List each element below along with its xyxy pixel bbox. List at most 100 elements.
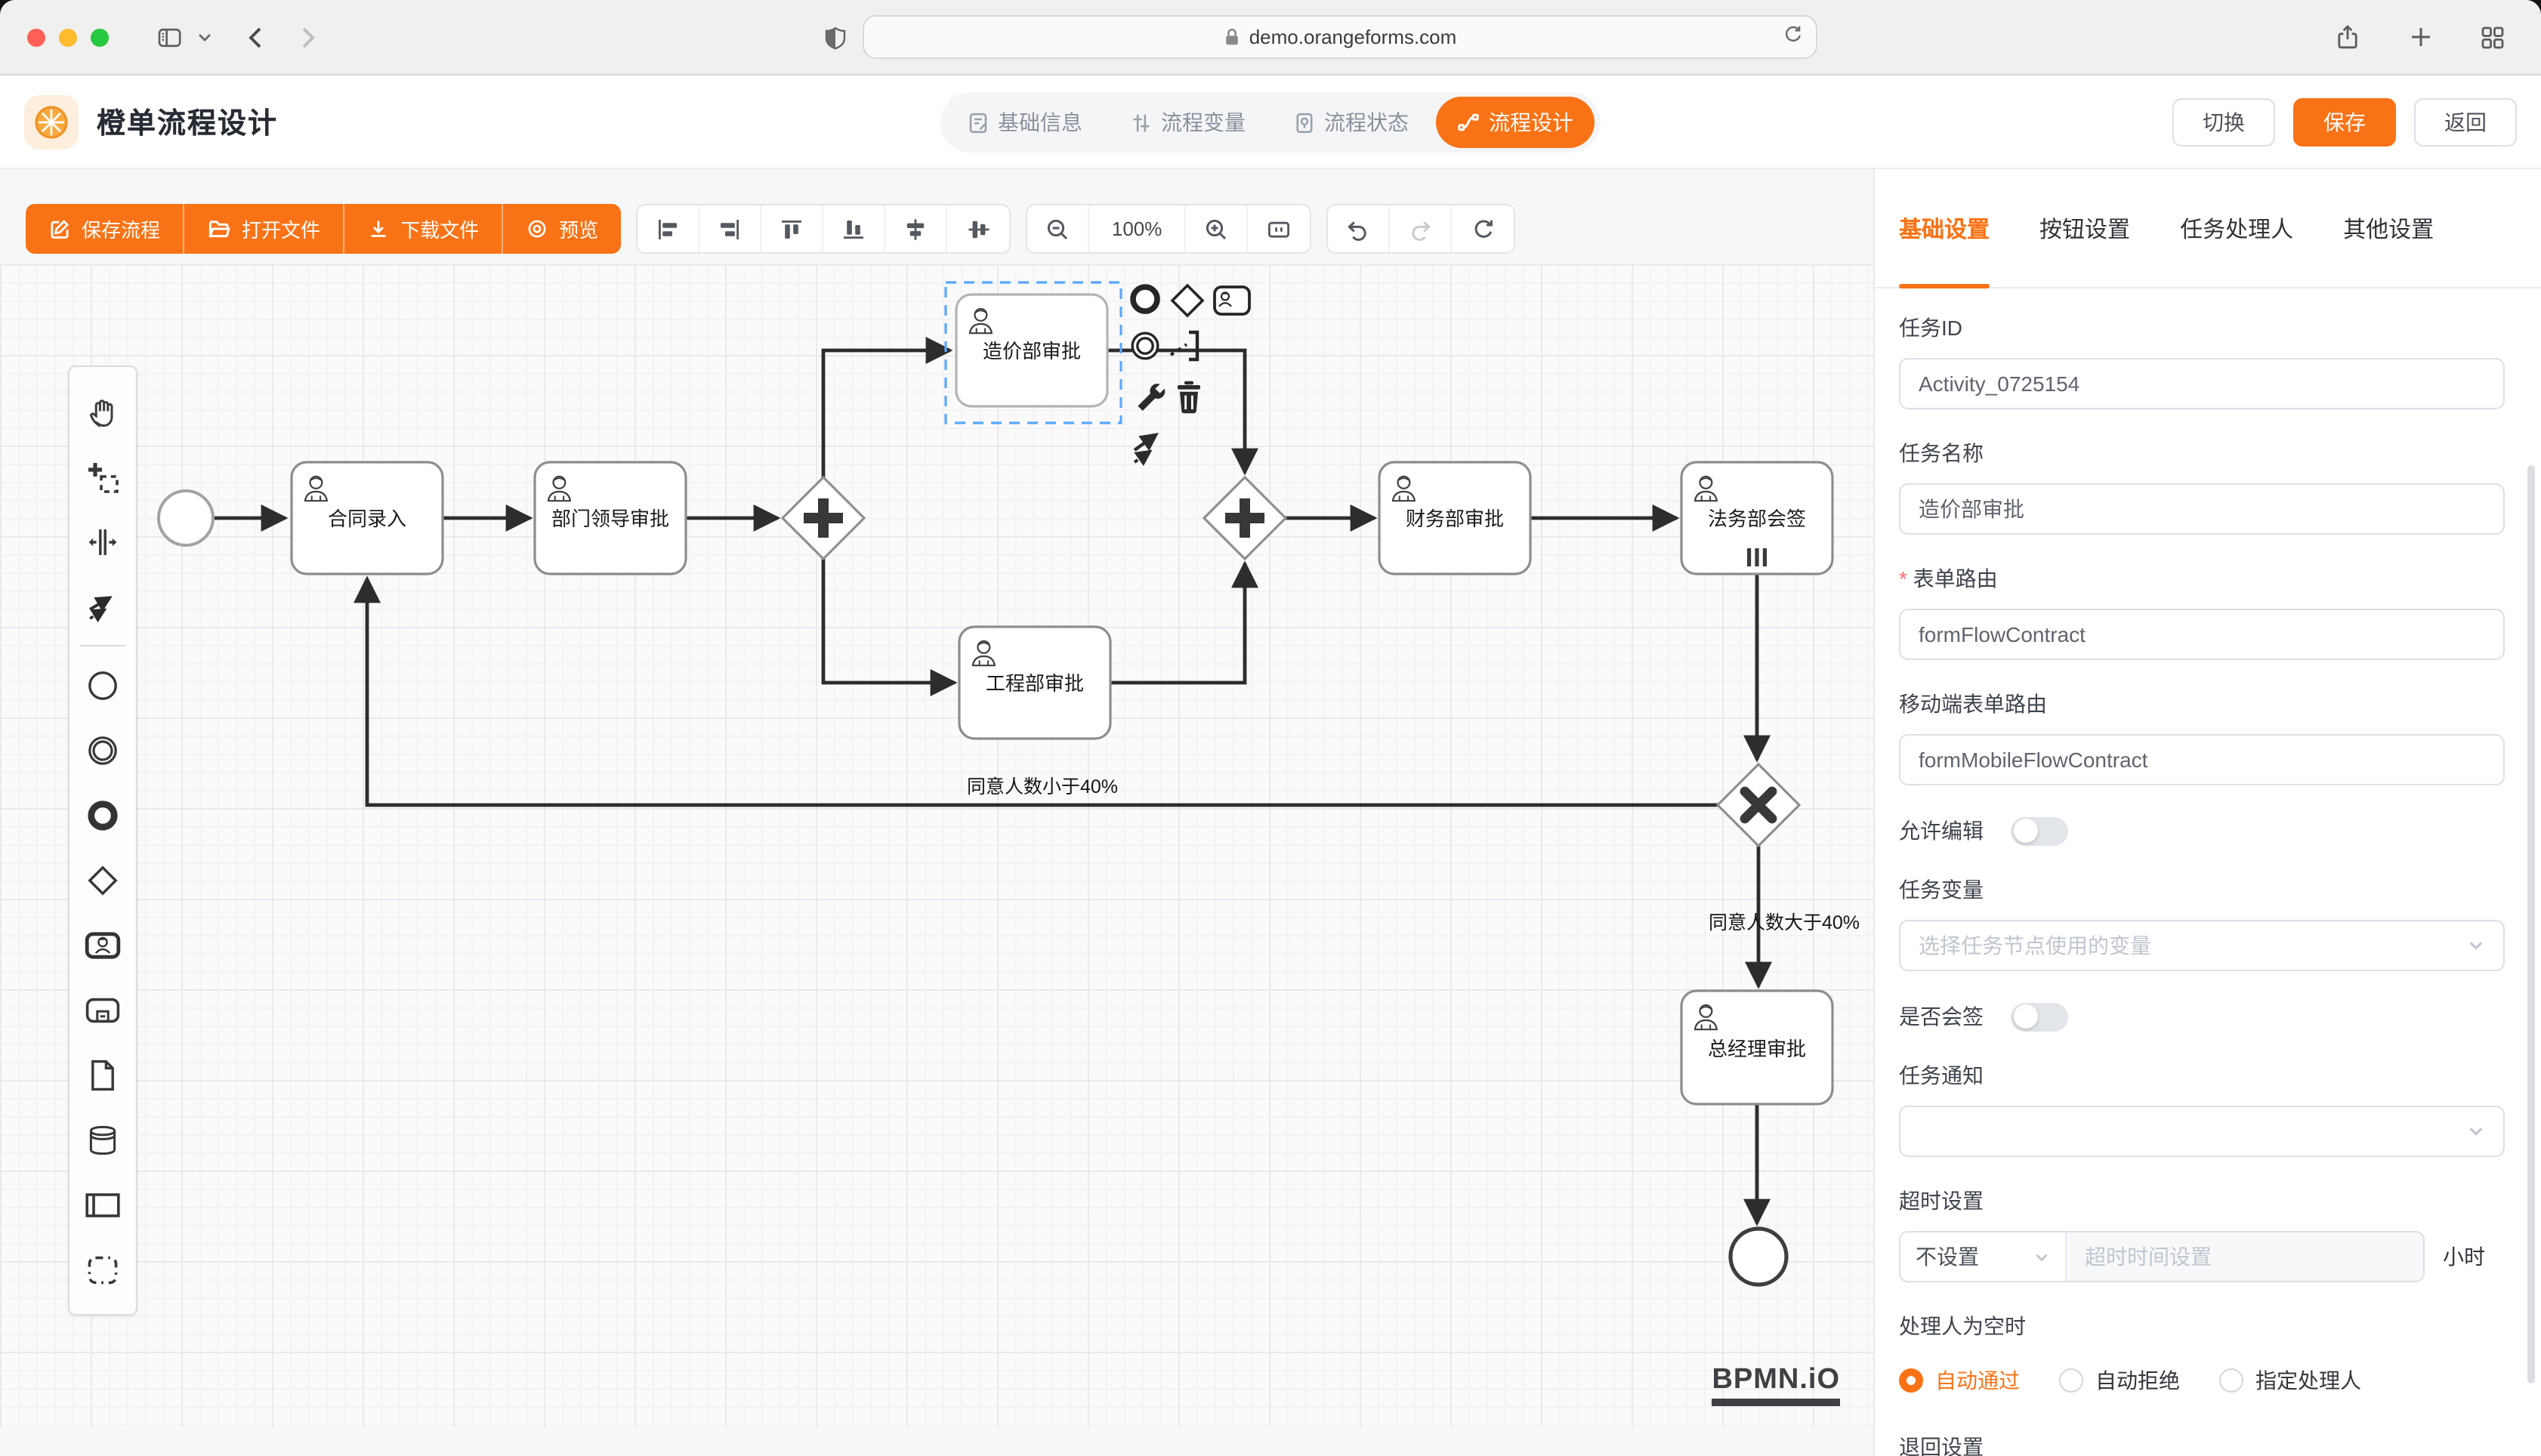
edge-cost-to-gateway2[interactable] [1107, 350, 1245, 473]
timeout-mode-select[interactable]: 不设置 [1900, 1232, 2067, 1281]
sidebar-toggle-icon[interactable] [148, 16, 190, 58]
timeout-unit: 小时 [2443, 1242, 2485, 1272]
radio-auto-reject[interactable]: 自动拒绝 [2059, 1365, 2180, 1396]
palette-participant[interactable] [73, 1172, 133, 1237]
palette-connect-tool[interactable] [73, 574, 133, 639]
palette-subprocess[interactable] [73, 977, 133, 1042]
save-button[interactable]: 保存 [2293, 97, 2396, 146]
new-tab-icon[interactable] [2399, 16, 2441, 58]
pad-append-gateway[interactable] [1172, 285, 1203, 316]
download-file-button[interactable]: 下载文件 [344, 204, 503, 254]
align-center-vertical-button[interactable] [947, 205, 1009, 252]
palette-lasso-tool[interactable] [73, 444, 133, 509]
node-eng-dept-approve[interactable]: 工程部审批 [959, 627, 1110, 739]
zoom-out-button[interactable] [1027, 205, 1089, 252]
countersign-toggle[interactable] [2011, 1002, 2068, 1031]
align-right-button[interactable] [699, 205, 761, 252]
edge-label-gt40: 同意人数大于40% [1709, 912, 1860, 933]
palette-end-event[interactable] [73, 782, 133, 847]
back-button[interactable] [233, 16, 275, 58]
task-variable-select[interactable]: 选择任务节点使用的变量 [1899, 920, 2505, 971]
palette-space-tool[interactable] [73, 509, 133, 574]
node-cost-dept-approve[interactable]: 造价部审批 [956, 295, 1107, 406]
preview-button[interactable]: 预览 [503, 204, 621, 254]
tab-process-design[interactable]: 流程设计 [1436, 97, 1595, 148]
palette-data-store[interactable] [73, 1107, 133, 1172]
tab-basic-info[interactable]: 基础信息 [946, 97, 1104, 148]
back-to-list-button[interactable]: 返回 [2414, 97, 2517, 146]
panel-scrollbar[interactable] [2527, 465, 2535, 1384]
tab-process-status[interactable]: 流程状态 [1273, 97, 1430, 148]
close-window-button[interactable] [27, 28, 45, 46]
node-parallel-gateway-join[interactable] [1204, 477, 1286, 559]
forward-button[interactable] [287, 16, 329, 58]
panel-tab-other-settings[interactable]: 其他设置 [2343, 169, 2434, 287]
edge-gateway1-to-cost[interactable] [823, 350, 950, 477]
node-end-event[interactable] [1731, 1229, 1786, 1285]
fit-viewport-button[interactable] [1248, 205, 1310, 252]
radio-assign-handler[interactable]: 指定处理人 [2219, 1365, 2361, 1396]
chevron-down-icon [2467, 936, 2485, 955]
pad-append-user-task[interactable] [1215, 287, 1249, 314]
palette-start-event[interactable] [73, 652, 133, 717]
tab-overview-icon[interactable] [2472, 16, 2514, 58]
palette-user-task[interactable] [73, 912, 133, 977]
node-dept-leader-approve[interactable]: 部门领导审批 [535, 462, 686, 574]
content-blocker-shield-icon[interactable] [823, 25, 848, 49]
allow-edit-toggle[interactable] [2011, 816, 2068, 845]
panel-tab-basic-settings[interactable]: 基础设置 [1899, 169, 1990, 287]
bpmn-diagram: 同意人数小于40% 同意人数大于40% 合同录入 部门领导审批 [0, 264, 1873, 1427]
zoom-in-button[interactable] [1186, 205, 1248, 252]
node-gm-approve[interactable]: 总经理审批 [1681, 991, 1832, 1104]
task-id-input[interactable] [1899, 358, 2505, 409]
edge-gateway1-to-eng[interactable] [823, 559, 955, 683]
palette-hand-tool[interactable] [73, 379, 133, 444]
reset-button[interactable] [1452, 205, 1514, 252]
align-center-horizontal-button[interactable] [885, 205, 947, 252]
palette-group[interactable] [73, 1237, 133, 1302]
minimize-window-button[interactable] [59, 28, 77, 46]
open-file-button[interactable]: 打开文件 [184, 204, 344, 254]
bpmn-io-watermark[interactable]: BPMN.iO [1712, 1365, 1840, 1406]
panel-tab-button-settings[interactable]: 按钮设置 [2039, 169, 2130, 287]
node-parallel-gateway-split[interactable] [783, 477, 864, 559]
node-contract-entry[interactable]: 合同录入 [292, 462, 443, 574]
align-bottom-button[interactable] [823, 205, 885, 252]
node-legal-countersign[interactable]: 法务部会签 [1681, 462, 1832, 574]
tab-label: 流程设计 [1489, 107, 1573, 137]
pad-delete-icon[interactable] [1178, 381, 1200, 413]
zoom-level[interactable]: 100% [1089, 205, 1186, 252]
switch-button[interactable]: 切换 [2172, 97, 2275, 146]
tab-process-variables[interactable]: 流程变量 [1110, 97, 1267, 148]
pad-connect-icon[interactable] [1135, 435, 1156, 462]
pad-append-end-event[interactable] [1133, 287, 1157, 311]
task-notify-select[interactable] [1899, 1106, 2505, 1157]
form-route-input[interactable] [1899, 609, 2505, 660]
node-finance-approve[interactable]: 财务部审批 [1379, 462, 1530, 574]
bpmn-canvas[interactable]: 同意人数小于40% 同意人数大于40% 合同录入 部门领导审批 [0, 264, 1873, 1427]
timeout-hours-input[interactable]: 超时时间设置 [2067, 1232, 2423, 1281]
task-name-input[interactable] [1899, 483, 2505, 535]
undo-button[interactable] [1328, 205, 1390, 252]
palette-data-object[interactable] [73, 1042, 133, 1107]
share-icon[interactable] [2326, 16, 2369, 58]
edge-eng-to-gateway2[interactable] [1110, 563, 1245, 683]
align-top-button[interactable] [761, 205, 823, 252]
mobile-form-route-input[interactable] [1899, 734, 2505, 785]
radio-auto-approve[interactable]: 自动通过 [1899, 1365, 2020, 1396]
task-variable-placeholder: 选择任务节点使用的变量 [1919, 930, 2151, 961]
redo-button[interactable] [1390, 205, 1452, 252]
node-exclusive-gateway[interactable] [1718, 764, 1799, 846]
save-flow-button[interactable]: 保存流程 [26, 204, 184, 254]
align-left-button[interactable] [638, 205, 699, 252]
address-bar[interactable]: demo.orangeforms.com [863, 15, 1817, 59]
pad-wrench-icon[interactable] [1138, 384, 1165, 411]
palette-intermediate-event[interactable] [73, 717, 133, 782]
palette-gateway[interactable] [73, 847, 133, 912]
reload-icon[interactable] [1783, 24, 1804, 45]
node-start-event[interactable] [159, 491, 213, 545]
pad-append-text-annotation[interactable] [1171, 332, 1197, 359]
panel-tab-task-assignee[interactable]: 任务处理人 [2180, 169, 2293, 287]
sidebar-chevron-icon[interactable] [190, 16, 218, 58]
zoom-window-button[interactable] [91, 28, 109, 46]
